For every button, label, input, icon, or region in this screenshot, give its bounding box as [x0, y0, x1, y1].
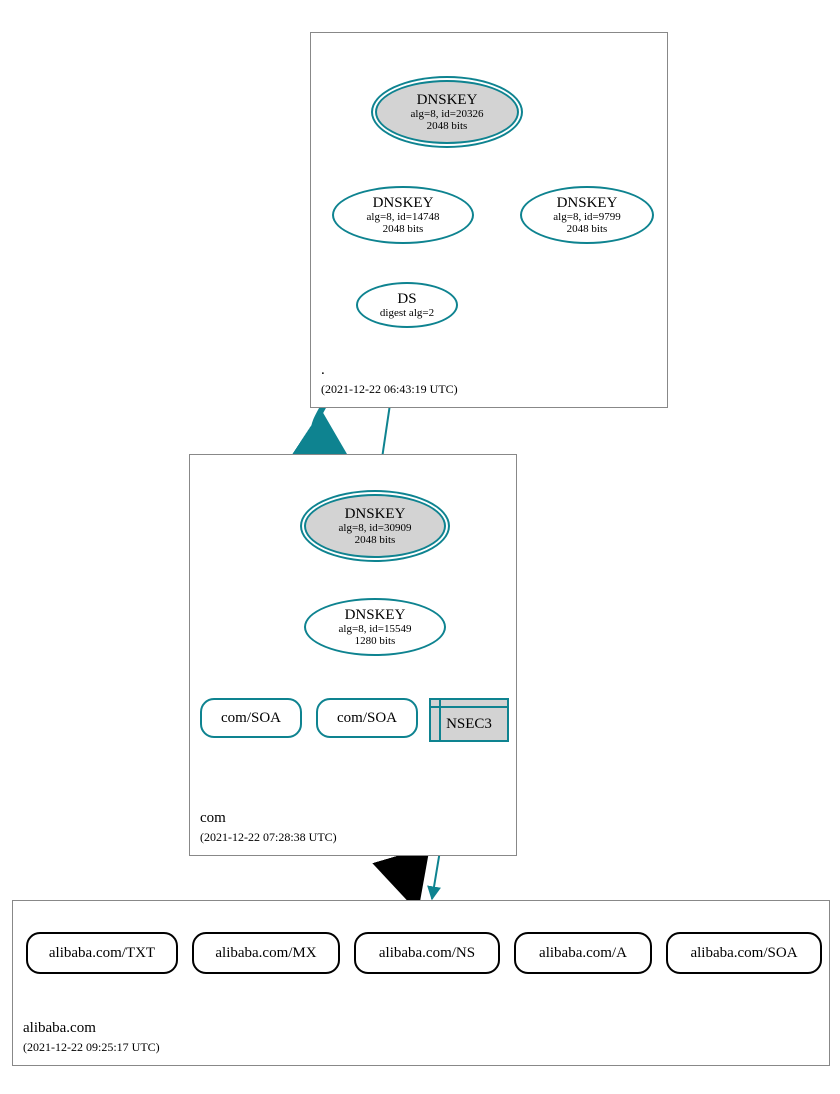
- root-ds: DS digest alg=2: [356, 282, 458, 328]
- zone-alibaba: alibaba.com (2021-12-22 09:25:17 UTC): [12, 900, 830, 1066]
- node-title: DNSKEY: [417, 92, 478, 109]
- alibaba-ns: alibaba.com/NS: [354, 932, 500, 974]
- zone-alibaba-timestamp: (2021-12-22 09:25:17 UTC): [23, 1040, 160, 1055]
- alibaba-mx: alibaba.com/MX: [192, 932, 340, 974]
- node-title: DS: [397, 291, 416, 308]
- alibaba-soa: alibaba.com/SOA: [666, 932, 822, 974]
- zone-root-label: .: [321, 362, 325, 379]
- node-sub: 2048 bits: [383, 223, 424, 235]
- node-sub: digest alg=2: [380, 307, 434, 319]
- node-label: alibaba.com/SOA: [690, 945, 797, 962]
- node-label: NSEC3: [446, 716, 492, 733]
- node-label: com/SOA: [221, 710, 281, 727]
- node-label: alibaba.com/TXT: [49, 945, 155, 962]
- com-soa-1: com/SOA: [200, 698, 302, 738]
- node-sub: 2048 bits: [427, 120, 468, 132]
- zone-alibaba-label: alibaba.com: [23, 1020, 96, 1037]
- node-title: DNSKEY: [345, 607, 406, 624]
- node-label: alibaba.com/NS: [379, 945, 475, 962]
- com-soa-2: com/SOA: [316, 698, 418, 738]
- node-sub: 2048 bits: [567, 223, 608, 235]
- zone-com-label: com: [200, 810, 226, 827]
- alibaba-txt: alibaba.com/TXT: [26, 932, 178, 974]
- node-sub: 2048 bits: [355, 534, 396, 546]
- node-title: DNSKEY: [557, 195, 618, 212]
- node-title: DNSKEY: [373, 195, 434, 212]
- root-dnskey-b: DNSKEY alg=8, id=9799 2048 bits: [520, 186, 654, 244]
- node-label: com/SOA: [337, 710, 397, 727]
- root-dnskey-a: DNSKEY alg=8, id=14748 2048 bits: [332, 186, 474, 244]
- node-sub: alg=8, id=30909: [339, 522, 412, 534]
- node-sub: alg=8, id=20326: [411, 108, 484, 120]
- node-sub: 1280 bits: [355, 635, 396, 647]
- alibaba-a: alibaba.com/A: [514, 932, 652, 974]
- node-label: alibaba.com/A: [539, 945, 627, 962]
- node-sub: alg=8, id=14748: [367, 211, 440, 223]
- root-dnskey-sep: DNSKEY alg=8, id=20326 2048 bits: [375, 80, 519, 144]
- node-title: DNSKEY: [345, 506, 406, 523]
- com-nsec3: NSEC3: [429, 698, 509, 742]
- com-dnskey-a: DNSKEY alg=8, id=15549 1280 bits: [304, 598, 446, 656]
- node-sub: alg=8, id=9799: [553, 211, 620, 223]
- com-dnskey-sep: DNSKEY alg=8, id=30909 2048 bits: [304, 494, 446, 558]
- zone-root-timestamp: (2021-12-22 06:43:19 UTC): [321, 382, 458, 397]
- zone-com-timestamp: (2021-12-22 07:28:38 UTC): [200, 830, 337, 845]
- node-sub: alg=8, id=15549: [339, 623, 412, 635]
- node-label: alibaba.com/MX: [215, 945, 316, 962]
